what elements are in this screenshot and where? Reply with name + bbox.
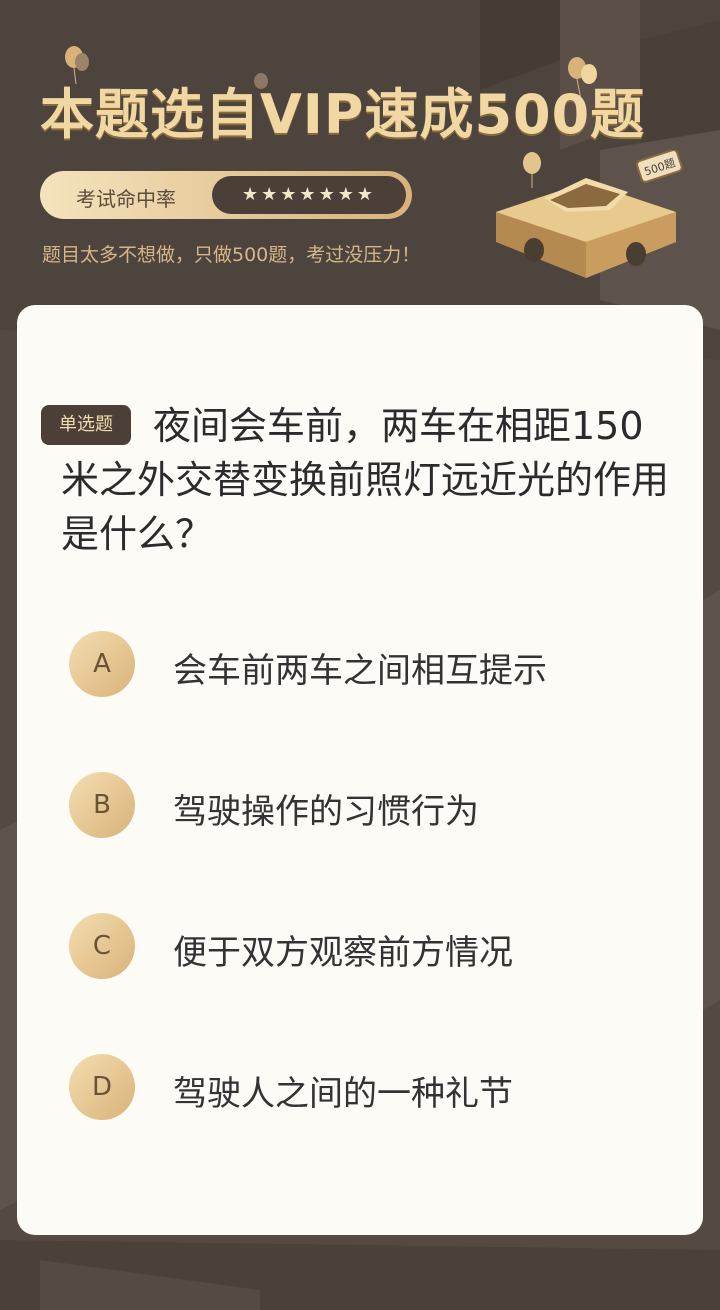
car-icon: 500题 xyxy=(496,150,683,278)
option-a-letter: A xyxy=(69,631,135,697)
option-a-text: 会车前两车之间相互提示 xyxy=(173,651,547,691)
vip-banner: 本题选自VIP速成500题 考试命中率 ★★★★★★★ 题目太多不想做，只做50… xyxy=(0,0,720,300)
option-c[interactable]: C 便于双方观察前方情况 xyxy=(69,911,629,981)
banner-subtitle: 题目太多不想做，只做500题，考过没压力！ xyxy=(42,244,421,266)
hit-rate-pill: 考试命中率 ★★★★★★★ xyxy=(40,171,412,219)
option-d-text: 驾驶人之间的一种礼节 xyxy=(173,1074,513,1114)
option-c-letter: C xyxy=(69,913,135,979)
option-c-text: 便于双方观察前方情况 xyxy=(173,933,513,973)
question-text: 夜间会车前，两车在相距150米之外交替变换前照灯远近光的作用是什么？ xyxy=(61,404,670,556)
option-b[interactable]: B 驾驶操作的习惯行为 xyxy=(69,770,629,840)
option-b-letter: B xyxy=(69,772,135,838)
banner-title: 本题选自VIP速成500题 xyxy=(40,83,646,146)
hit-rate-label: 考试命中率 xyxy=(76,187,176,211)
question-card: 单选题 夜间会车前，两车在相距150米之外交替变换前照灯远近光的作用是什么？ A… xyxy=(17,305,703,1235)
option-d-letter: D xyxy=(69,1054,135,1120)
option-a[interactable]: A 会车前两车之间相互提示 xyxy=(69,629,629,699)
hit-rate-stars: ★★★★★★★ xyxy=(212,176,406,214)
option-d[interactable]: D 驾驶人之间的一种礼节 xyxy=(69,1052,629,1122)
option-b-text: 驾驶操作的习惯行为 xyxy=(173,792,479,832)
